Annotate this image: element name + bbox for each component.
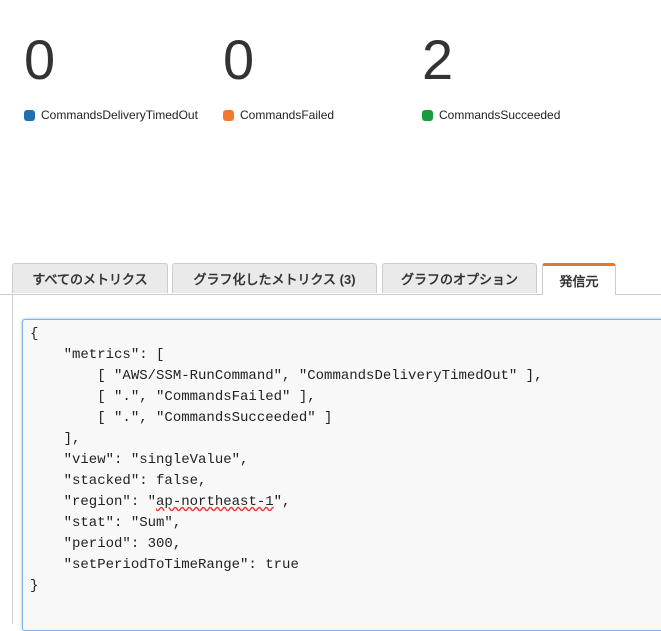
legend-label: CommandsDeliveryTimedOut [41,108,198,122]
legend-item[interactable]: CommandsSucceeded [422,108,560,122]
code-line: { [30,326,39,342]
metric-succeeded: 2 CommandsSucceeded [422,28,560,122]
legend-label: CommandsFailed [240,108,335,122]
metric-value: 0 [24,28,56,91]
metric-failed: 0 CommandsFailed [223,28,334,122]
tab-source[interactable]: 発信元 [542,263,616,295]
legend-swatch [422,109,433,121]
tab-bar: すべてのメトリクス グラフ化したメトリクス (3) グラフのオプション 発信元 [0,263,661,295]
legend-item[interactable]: CommandsDeliveryTimedOut [24,108,198,122]
code-line: "view": "singleValue", [30,452,249,468]
tab-graph-options[interactable]: グラフのオプション [382,263,537,293]
code-line: "stat": "Sum", [30,515,182,531]
code-line: "region": "ap-northeast-1", [30,494,291,510]
source-editor[interactable]: { "metrics": [ [ "AWS/SSM-RunCommand", "… [22,319,661,631]
legend-swatch [223,109,234,121]
code-line: "stacked": false, [30,473,207,489]
metric-value: 0 [223,28,255,91]
code-line: [ ".", "CommandsFailed" ], [30,389,316,405]
metric-delivery-timed-out: 0 CommandsDeliveryTimedOut [24,28,198,122]
legend-swatch [24,109,35,121]
code-line: "period": 300, [30,536,182,552]
tab-all-metrics[interactable]: すべてのメトリクス [12,263,168,293]
code-line: [ ".", "CommandsSucceeded" ] [30,410,333,426]
metric-value: 2 [422,28,454,91]
code-line: [ "AWS/SSM-RunCommand", "CommandsDeliver… [30,368,543,384]
code-line: ], [30,431,81,447]
source-code[interactable]: { "metrics": [ [ "AWS/SSM-RunCommand", "… [30,324,542,597]
tab-graphed-metrics[interactable]: グラフ化したメトリクス (3) [172,263,377,293]
code-line: "metrics": [ [30,347,165,363]
legend-label: CommandsSucceeded [439,108,561,122]
code-line: "setPeriodToTimeRange": true [30,557,299,573]
legend-item[interactable]: CommandsFailed [223,108,334,122]
code-line: } [30,578,39,594]
